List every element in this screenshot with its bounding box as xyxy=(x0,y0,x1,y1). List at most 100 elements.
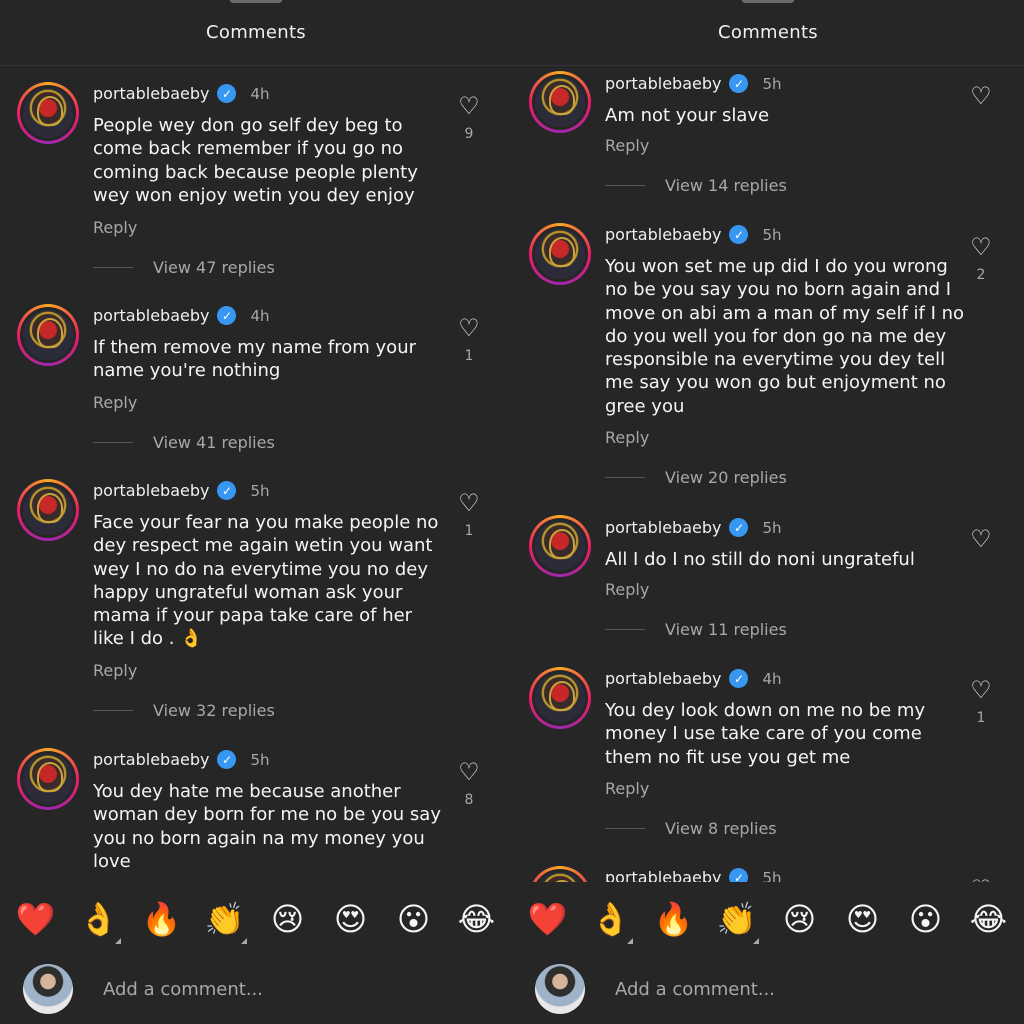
view-replies-button[interactable]: View 47 replies xyxy=(93,258,275,277)
comment-text: You won set me up did I do you wrong no … xyxy=(605,256,965,417)
view-replies-label: View 20 replies xyxy=(665,468,787,487)
emoji-ok-hand[interactable]: 👌 xyxy=(587,900,635,944)
avatar[interactable] xyxy=(529,223,591,285)
emoji-fire[interactable]: 🔥 xyxy=(138,900,186,938)
comment-input[interactable] xyxy=(615,978,975,1000)
avatar[interactable] xyxy=(17,748,79,810)
comment-composer xyxy=(512,954,1024,1024)
comment-text: You dey hate me because another woman de… xyxy=(93,781,441,872)
comment-username[interactable]: portablebaeby xyxy=(605,74,721,93)
divider-line xyxy=(605,828,645,829)
emoji-heart[interactable]: ❤️ xyxy=(12,900,60,938)
like-button[interactable]: ♡ 1 xyxy=(456,316,482,364)
like-button[interactable]: ♡ 8 xyxy=(456,760,482,808)
emoji-clap-glyph: 👏 xyxy=(716,900,757,938)
reply-button[interactable]: Reply xyxy=(93,661,137,680)
verified-badge-icon: ✓ xyxy=(729,74,749,93)
like-button[interactable]: ♡ xyxy=(968,877,994,882)
like-button[interactable]: ♡ 2 xyxy=(968,235,994,283)
heart-icon: ♡ xyxy=(970,233,992,261)
comment-text: Am not your slave xyxy=(605,105,770,126)
verified-badge-icon: ✓ xyxy=(729,225,749,244)
like-button[interactable]: ♡ 9 xyxy=(456,94,482,142)
emoji-ok-hand-glyph: 👌 xyxy=(78,900,119,938)
emoji-laughing[interactable]: 😂 xyxy=(965,900,1013,938)
verified-badge-icon: ✓ xyxy=(217,481,237,500)
like-button[interactable]: ♡ 1 xyxy=(968,678,994,726)
emoji-heart[interactable]: ❤️ xyxy=(524,900,572,938)
view-replies-button[interactable]: View 20 replies xyxy=(605,468,787,487)
avatar[interactable] xyxy=(17,304,79,366)
emoji-clap[interactable]: 👏 xyxy=(201,900,249,944)
verified-badge-icon: ✓ xyxy=(217,84,237,103)
emoji-clap-glyph: 👏 xyxy=(204,900,245,938)
view-replies-button[interactable]: View 11 replies xyxy=(605,620,787,639)
like-button[interactable]: ♡ xyxy=(968,527,994,551)
like-count: 1 xyxy=(464,348,474,364)
view-replies-label: View 41 replies xyxy=(153,433,275,452)
reply-button[interactable]: Reply xyxy=(93,218,137,237)
reply-button[interactable]: Reply xyxy=(605,580,649,599)
emoji-fire[interactable]: 🔥 xyxy=(650,900,698,938)
avatar[interactable] xyxy=(529,866,591,882)
view-replies-button[interactable]: View 14 replies xyxy=(605,176,787,195)
comment-username[interactable]: portablebaeby xyxy=(605,518,721,537)
emoji-laughing[interactable]: 😂 xyxy=(453,900,501,938)
view-replies-button[interactable]: View 41 replies xyxy=(93,433,275,452)
skin-tone-indicator xyxy=(240,938,247,944)
divider-line xyxy=(605,477,645,478)
comment-username[interactable]: portablebaeby xyxy=(605,225,721,244)
comment-input[interactable] xyxy=(103,978,463,1000)
comment-username[interactable]: portablebaeby xyxy=(93,84,209,103)
emoji-surprised[interactable]: 😮 xyxy=(390,900,438,938)
emoji-heart-eyes[interactable]: 😍 xyxy=(327,900,375,938)
verified-badge-icon: ✓ xyxy=(217,750,237,769)
user-avatar[interactable] xyxy=(23,964,73,1014)
emoji-heart-eyes[interactable]: 😍 xyxy=(839,900,887,938)
divider-line xyxy=(605,185,645,186)
reply-button[interactable]: Reply xyxy=(93,393,137,412)
avatar[interactable] xyxy=(529,515,591,577)
view-replies-button[interactable]: View 8 replies xyxy=(605,819,777,838)
avatar[interactable] xyxy=(529,667,591,729)
reply-button[interactable]: Reply xyxy=(605,779,649,798)
like-button[interactable]: ♡ 1 xyxy=(456,491,482,539)
view-replies-label: View 14 replies xyxy=(665,176,787,195)
heart-icon: ♡ xyxy=(970,676,992,704)
comment-username[interactable]: portablebaeby xyxy=(605,669,721,688)
emoji-reaction-bar: ❤️ 👌 🔥 👏 😢 😍 😮 😂 xyxy=(0,884,512,954)
user-avatar[interactable] xyxy=(535,964,585,1014)
heart-icon: ♡ xyxy=(458,489,480,517)
view-replies-label: View 11 replies xyxy=(665,620,787,639)
avatar[interactable] xyxy=(529,71,591,133)
comment-time: 4h xyxy=(250,84,270,103)
emoji-ok-hand[interactable]: 👌 xyxy=(75,900,123,944)
emoji-crying[interactable]: 😢 xyxy=(776,900,824,938)
like-count: 8 xyxy=(464,792,474,808)
emoji-ok-hand-glyph: 👌 xyxy=(590,900,631,938)
heart-icon: ♡ xyxy=(458,92,480,120)
comment-username[interactable]: portablebaeby xyxy=(93,306,209,325)
emoji-reaction-bar: ❤️ 👌 🔥 👏 😢 😍 😮 😂 xyxy=(512,884,1024,954)
verified-badge-icon: ✓ xyxy=(217,306,237,325)
reply-button[interactable]: Reply xyxy=(605,428,649,447)
avatar[interactable] xyxy=(17,82,79,144)
emoji-surprised[interactable]: 😮 xyxy=(902,900,950,938)
comment-username[interactable]: portablebaeby xyxy=(605,868,721,882)
comment-list[interactable]: portablebaeby ✓ 4h People wey don go sel… xyxy=(0,66,512,882)
comment-list[interactable]: portablebaeby ✓ 5h Am not your slave Rep… xyxy=(512,66,1024,882)
comment-username[interactable]: portablebaeby xyxy=(93,481,209,500)
comments-panel-right: Comments portablebaeby ✓ 5h Am not your … xyxy=(512,0,1024,1024)
divider-line xyxy=(93,442,133,443)
emoji-clap[interactable]: 👏 xyxy=(713,900,761,944)
comments-panel-left: Comments portablebaeby ✓ 4h People wey d… xyxy=(0,0,512,1024)
avatar[interactable] xyxy=(17,479,79,541)
heart-icon: ♡ xyxy=(458,758,480,786)
reply-button[interactable]: Reply xyxy=(605,136,649,155)
like-button[interactable]: ♡ xyxy=(968,84,994,108)
comment-username[interactable]: portablebaeby xyxy=(93,750,209,769)
view-replies-button[interactable]: View 32 replies xyxy=(93,701,275,720)
comment-time: 5h xyxy=(762,518,782,537)
verified-badge-icon: ✓ xyxy=(729,669,749,688)
emoji-crying[interactable]: 😢 xyxy=(264,900,312,938)
